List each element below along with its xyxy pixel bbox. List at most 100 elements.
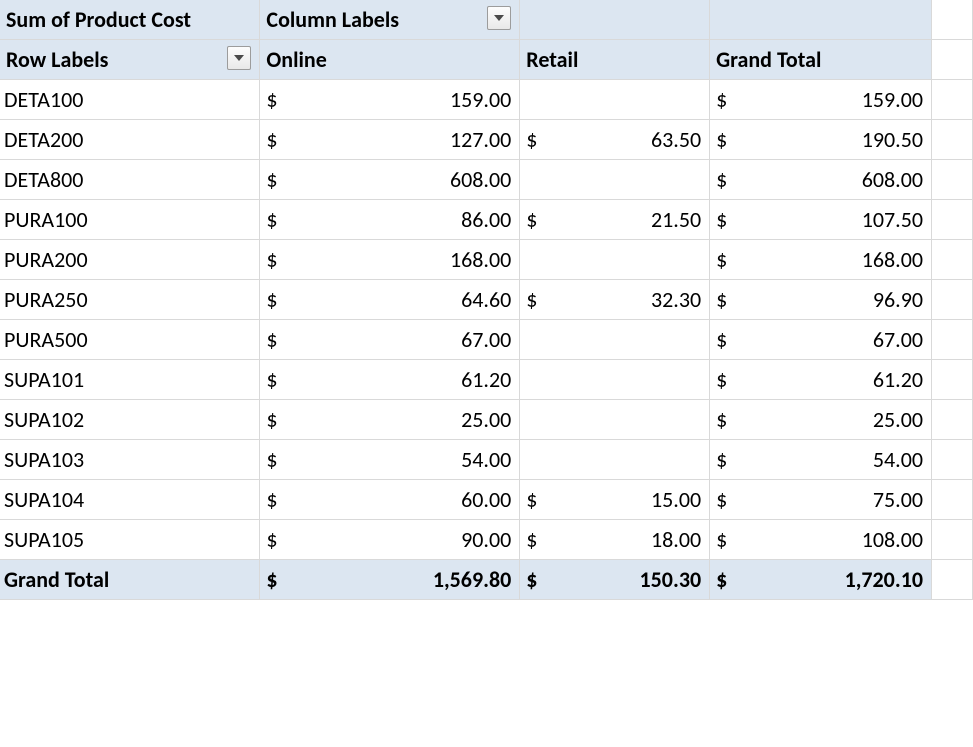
row-labels-dropdown[interactable] xyxy=(227,46,251,70)
header-sum-label: Sum of Product Cost xyxy=(6,6,191,33)
row-label: PURA200 xyxy=(0,240,260,280)
total-cell: $96.90 xyxy=(710,280,932,320)
pad-cell xyxy=(932,440,973,480)
total-cell: $61.20 xyxy=(710,360,932,400)
online-cell-value: 127.00 xyxy=(266,126,511,153)
header-row-labels-text: Row Labels xyxy=(6,46,108,73)
online-cell: $90.00 xyxy=(260,520,520,560)
online-cell-value: 54.00 xyxy=(266,446,511,473)
currency-symbol: $ xyxy=(266,406,277,433)
currency-symbol: $ xyxy=(266,326,277,353)
currency-symbol: $ xyxy=(266,446,277,473)
currency-symbol: $ xyxy=(716,366,727,393)
grand-total-online: $ 1,569.80 xyxy=(260,560,520,600)
total-cell-value: 108.00 xyxy=(716,526,923,553)
total-cell-value: 608.00 xyxy=(716,166,923,193)
pivot-table: Sum of Product Cost Column Labels Row La… xyxy=(0,0,973,600)
currency-symbol: $ xyxy=(526,526,537,553)
currency-symbol: $ xyxy=(716,486,727,513)
online-cell-value: 90.00 xyxy=(266,526,511,553)
total-cell: $168.00 xyxy=(710,240,932,280)
currency-symbol: $ xyxy=(716,166,727,193)
currency-symbol: $ xyxy=(266,486,277,513)
row-label: PURA500 xyxy=(0,320,260,360)
total-cell-value: 168.00 xyxy=(716,246,923,273)
chevron-down-icon xyxy=(494,15,504,21)
currency-symbol: $ xyxy=(716,286,727,313)
currency-symbol: $ xyxy=(266,126,277,153)
grand-total-retail-value: 150.30 xyxy=(526,566,701,593)
total-cell-value: 75.00 xyxy=(716,486,923,513)
total-cell-value: 190.50 xyxy=(716,126,923,153)
online-cell: $608.00 xyxy=(260,160,520,200)
currency-symbol: $ xyxy=(526,286,537,313)
row-label: SUPA102 xyxy=(0,400,260,440)
header-column-labels[interactable]: Column Labels xyxy=(260,0,520,40)
header-online: Online xyxy=(260,40,520,80)
online-cell-value: 168.00 xyxy=(266,246,511,273)
grand-total-retail: $ 150.30 xyxy=(520,560,710,600)
online-cell-value: 61.20 xyxy=(266,366,511,393)
total-cell: $190.50 xyxy=(710,120,932,160)
pad-cell xyxy=(932,240,973,280)
total-cell-value: 96.90 xyxy=(716,286,923,313)
currency-symbol: $ xyxy=(526,206,537,233)
online-cell: $86.00 xyxy=(260,200,520,240)
online-cell: $61.20 xyxy=(260,360,520,400)
retail-cell-value: 21.50 xyxy=(526,206,701,233)
online-cell: $60.00 xyxy=(260,480,520,520)
retail-cell: $18.00 xyxy=(520,520,710,560)
currency-symbol: $ xyxy=(266,286,277,313)
retail-cell-value: 18.00 xyxy=(526,526,701,553)
header-grand-total: Grand Total xyxy=(710,40,932,80)
column-labels-dropdown[interactable] xyxy=(487,6,511,30)
total-cell: $107.50 xyxy=(710,200,932,240)
retail-cell-value: 32.30 xyxy=(526,286,701,313)
total-cell: $75.00 xyxy=(710,480,932,520)
grand-total-total-value: 1,720.10 xyxy=(716,566,923,593)
pad-cell xyxy=(932,400,973,440)
row-label: DETA100 xyxy=(0,80,260,120)
total-cell: $67.00 xyxy=(710,320,932,360)
currency-symbol: $ xyxy=(266,86,277,113)
total-cell: $54.00 xyxy=(710,440,932,480)
pad-cell xyxy=(932,160,973,200)
header-blank-2 xyxy=(710,0,932,40)
total-cell: $159.00 xyxy=(710,80,932,120)
online-cell-value: 608.00 xyxy=(266,166,511,193)
total-cell-value: 67.00 xyxy=(716,326,923,353)
header-retail-text: Retail xyxy=(526,46,578,73)
total-cell: $108.00 xyxy=(710,520,932,560)
header-online-text: Online xyxy=(266,46,326,73)
currency-symbol: $ xyxy=(716,566,727,593)
online-cell: $168.00 xyxy=(260,240,520,280)
online-cell: $54.00 xyxy=(260,440,520,480)
header-row-labels[interactable]: Row Labels xyxy=(0,40,260,80)
grand-total-row-label: Grand Total xyxy=(0,560,260,600)
row-label: SUPA101 xyxy=(0,360,260,400)
online-cell-value: 86.00 xyxy=(266,206,511,233)
retail-cell xyxy=(520,400,710,440)
retail-cell xyxy=(520,240,710,280)
row-label: SUPA103 xyxy=(0,440,260,480)
pad-cell xyxy=(932,80,973,120)
row-label: PURA250 xyxy=(0,280,260,320)
header-grand-total-text: Grand Total xyxy=(716,46,821,73)
currency-symbol: $ xyxy=(716,406,727,433)
retail-cell xyxy=(520,160,710,200)
online-cell-value: 159.00 xyxy=(266,86,511,113)
header-blank-1 xyxy=(520,0,710,40)
currency-symbol: $ xyxy=(526,126,537,153)
online-cell-value: 25.00 xyxy=(266,406,511,433)
row-label: SUPA104 xyxy=(0,480,260,520)
row-label: PURA100 xyxy=(0,200,260,240)
row-label: DETA200 xyxy=(0,120,260,160)
currency-symbol: $ xyxy=(266,166,277,193)
retail-cell: $32.30 xyxy=(520,280,710,320)
header-retail: Retail xyxy=(520,40,710,80)
pad-cell xyxy=(932,0,973,40)
total-cell-value: 107.50 xyxy=(716,206,923,233)
retail-cell xyxy=(520,360,710,400)
pad-cell xyxy=(932,360,973,400)
retail-cell: $15.00 xyxy=(520,480,710,520)
